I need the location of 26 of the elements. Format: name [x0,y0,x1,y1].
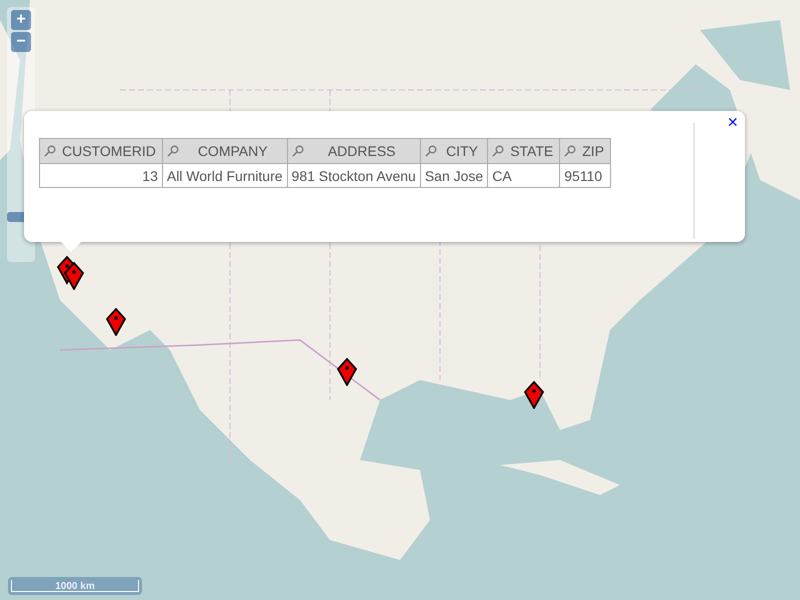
table-cell: CA [488,164,560,188]
table-cell: 981 Stockton Avenu [287,164,420,188]
column-header[interactable]: CUSTOMERID [40,138,162,164]
search-icon [424,145,437,157]
column-header[interactable]: ZIP [560,138,611,164]
table-cell: 13 [40,164,162,188]
column-header[interactable]: STATE [488,138,560,164]
scale-label: 1000 km [55,580,95,592]
search-icon [292,145,304,157]
table-cell: 95110 [560,164,611,188]
close-button[interactable]: × [727,113,738,131]
search-icon [166,145,179,157]
search-icon [492,145,504,157]
column-header[interactable]: ADDRESS [287,138,420,164]
zoom-in-button[interactable]: + [11,10,31,30]
column-header[interactable]: COMPANY [162,138,288,164]
zoom-out-button[interactable]: − [11,32,31,52]
column-header[interactable]: CITY [420,138,488,164]
map-marker-icon[interactable] [105,308,127,336]
marker-cluster-icon[interactable] [56,256,86,290]
search-icon [564,145,576,157]
map-marker-icon[interactable] [523,381,545,409]
map-marker-icon[interactable] [336,358,358,386]
table-cell: San Jose [420,164,488,188]
search-icon [44,145,56,157]
table-cell: All World Furniture [162,164,288,188]
